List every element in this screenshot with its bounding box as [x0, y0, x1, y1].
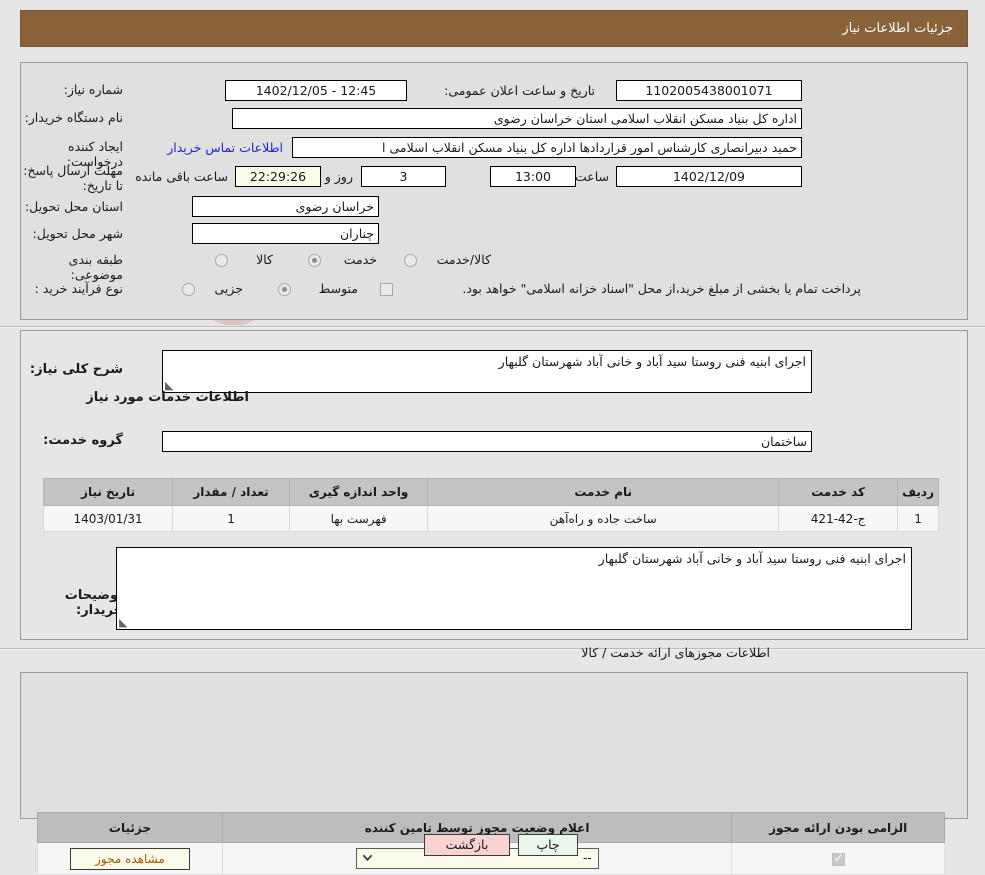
td-permit-details: مشاهده مجوز [37, 842, 223, 875]
permit-status-value: -- [582, 851, 592, 865]
treasury-docs-note: پرداخت تمام یا بخشی از مبلغ خرید،از محل … [462, 281, 861, 296]
radio-category-kala-label: کالا [256, 252, 273, 267]
td-name: ساخت جاده و راه‌آهن [427, 505, 780, 532]
chevron-down-icon [362, 854, 372, 862]
countdown-label: ساعت باقی مانده [135, 169, 228, 184]
page-title-bar: جزئیات اطلاعات نیاز [20, 10, 968, 47]
subject-category-label: طبقه بندی موضوعی: [68, 252, 123, 282]
radio-process-motavaset[interactable] [278, 283, 291, 296]
buyer-notes-value: اجرای ابنیه فنی روستا سید آباد و خانی آب… [598, 551, 906, 566]
services-table: ردیف کد خدمت نام خدمت واحد اندازه گیری ت… [42, 478, 939, 532]
buyer-org-value: اداره کل بنیاد مسکن انقلاب اسلامی استان … [232, 108, 802, 129]
radio-category-kala-khedmat-label: کالا/خدمت [436, 252, 491, 267]
td-qty: 1 [172, 505, 290, 532]
th-name: نام خدمت [427, 478, 780, 506]
view-permit-button[interactable]: مشاهده مجوز [69, 847, 190, 870]
services-info-heading: اطلاعات خدمات مورد نیاز [86, 390, 249, 405]
deadline-date-value: 1402/12/09 [616, 166, 802, 187]
back-button[interactable]: بازگشت [424, 834, 510, 856]
th-permit-details: جزئیات [37, 812, 223, 843]
th-permit-required: الزامی بودن ارائه مجوز [731, 812, 945, 843]
permit-required-checkbox [831, 851, 845, 866]
table-header-row: ردیف کد خدمت نام خدمت واحد اندازه گیری ت… [42, 478, 939, 506]
th-unit: واحد اندازه گیری [288, 478, 429, 506]
delivery-province-value: خراسان رضوی [192, 196, 379, 217]
general-need-value: اجرای ابنیه فنی روستا سید آباد و خانی آب… [498, 354, 806, 369]
general-need-textarea[interactable]: اجرای ابنیه فنی روستا سید آباد و خانی آب… [162, 350, 812, 393]
delivery-province-label: استان محل تحویل: [24, 199, 123, 214]
th-row: ردیف [897, 478, 939, 506]
page-title: جزئیات اطلاعات نیاز [842, 21, 953, 36]
radio-category-kala[interactable] [215, 254, 228, 267]
radio-process-motavaset-label: متوسط [318, 281, 358, 296]
delivery-city-value: چناران [192, 223, 379, 244]
th-code: کد خدمت [778, 478, 899, 506]
radio-process-jozei[interactable] [182, 283, 195, 296]
delivery-city-label: شهر محل تحویل: [32, 226, 123, 241]
announcement-label: تاریخ و ساعت اعلان عمومی: [444, 83, 595, 98]
service-group-label: گروه خدمت: [43, 433, 123, 448]
request-creator-value: حمید دبیرانصاری کارشناس امور قراردادها ا… [292, 137, 802, 158]
purchase-process-label: نوع فرآیند خرید : [34, 281, 123, 296]
need-number-value: 1102005438001071 [616, 80, 802, 101]
countdown-value: 22:29:26 [235, 166, 321, 187]
permits-panel [20, 672, 968, 819]
days-label: روز و [324, 169, 353, 184]
announcement-value: 1402/12/05 - 12:45 [225, 80, 407, 101]
buyer-notes-label: توضیحات خریدار: [64, 588, 123, 618]
buyer-org-label: نام دستگاه خریدار: [24, 110, 123, 125]
hour-label: ساعت [574, 169, 609, 184]
buyer-contact-link[interactable]: اطلاعات تماس خریدار [167, 140, 283, 155]
th-qty: تعداد / مقدار [172, 478, 290, 506]
remaining-days-value: 3 [361, 166, 446, 187]
resize-grip-icon-2[interactable]: ◢ [119, 616, 129, 629]
page-root: AriaTender.net جزئیات اطلاعات نیاز شماره… [0, 0, 985, 875]
deadline-label: مهلت ارسال پاسخ: تا تاریخ: [23, 163, 123, 193]
buyer-notes-textarea[interactable]: اجرای ابنیه فنی روستا سید آباد و خانی آب… [116, 547, 912, 630]
permits-heading: اطلاعات مجوزهای ارائه خدمت / کالا [581, 645, 770, 660]
deadline-time-value: 13:00 [490, 166, 576, 187]
table-row: 1 ج-42-421 ساخت جاده و راه‌آهن فهرست بها… [42, 505, 939, 532]
td-row: 1 [897, 505, 939, 532]
general-need-label: شرح کلی نیاز: [29, 362, 123, 377]
td-unit: فهرست بها [288, 505, 429, 532]
print-button[interactable]: چاپ [518, 834, 578, 856]
need-number-label: شماره نیاز: [63, 82, 123, 97]
td-date: 1403/01/31 [42, 505, 174, 532]
th-date: تاریخ نیاز [42, 478, 174, 506]
td-code: ج-42-421 [778, 505, 899, 532]
service-group-value: ساختمان [162, 431, 812, 452]
radio-category-khedmat[interactable] [308, 254, 321, 267]
treasury-docs-checkbox[interactable] [380, 283, 393, 296]
radio-category-kala-khedmat[interactable] [404, 254, 417, 267]
radio-process-jozei-label: جزیی [214, 281, 243, 296]
td-permit-required [731, 842, 945, 875]
radio-category-khedmat-label: خدمت [343, 252, 377, 267]
